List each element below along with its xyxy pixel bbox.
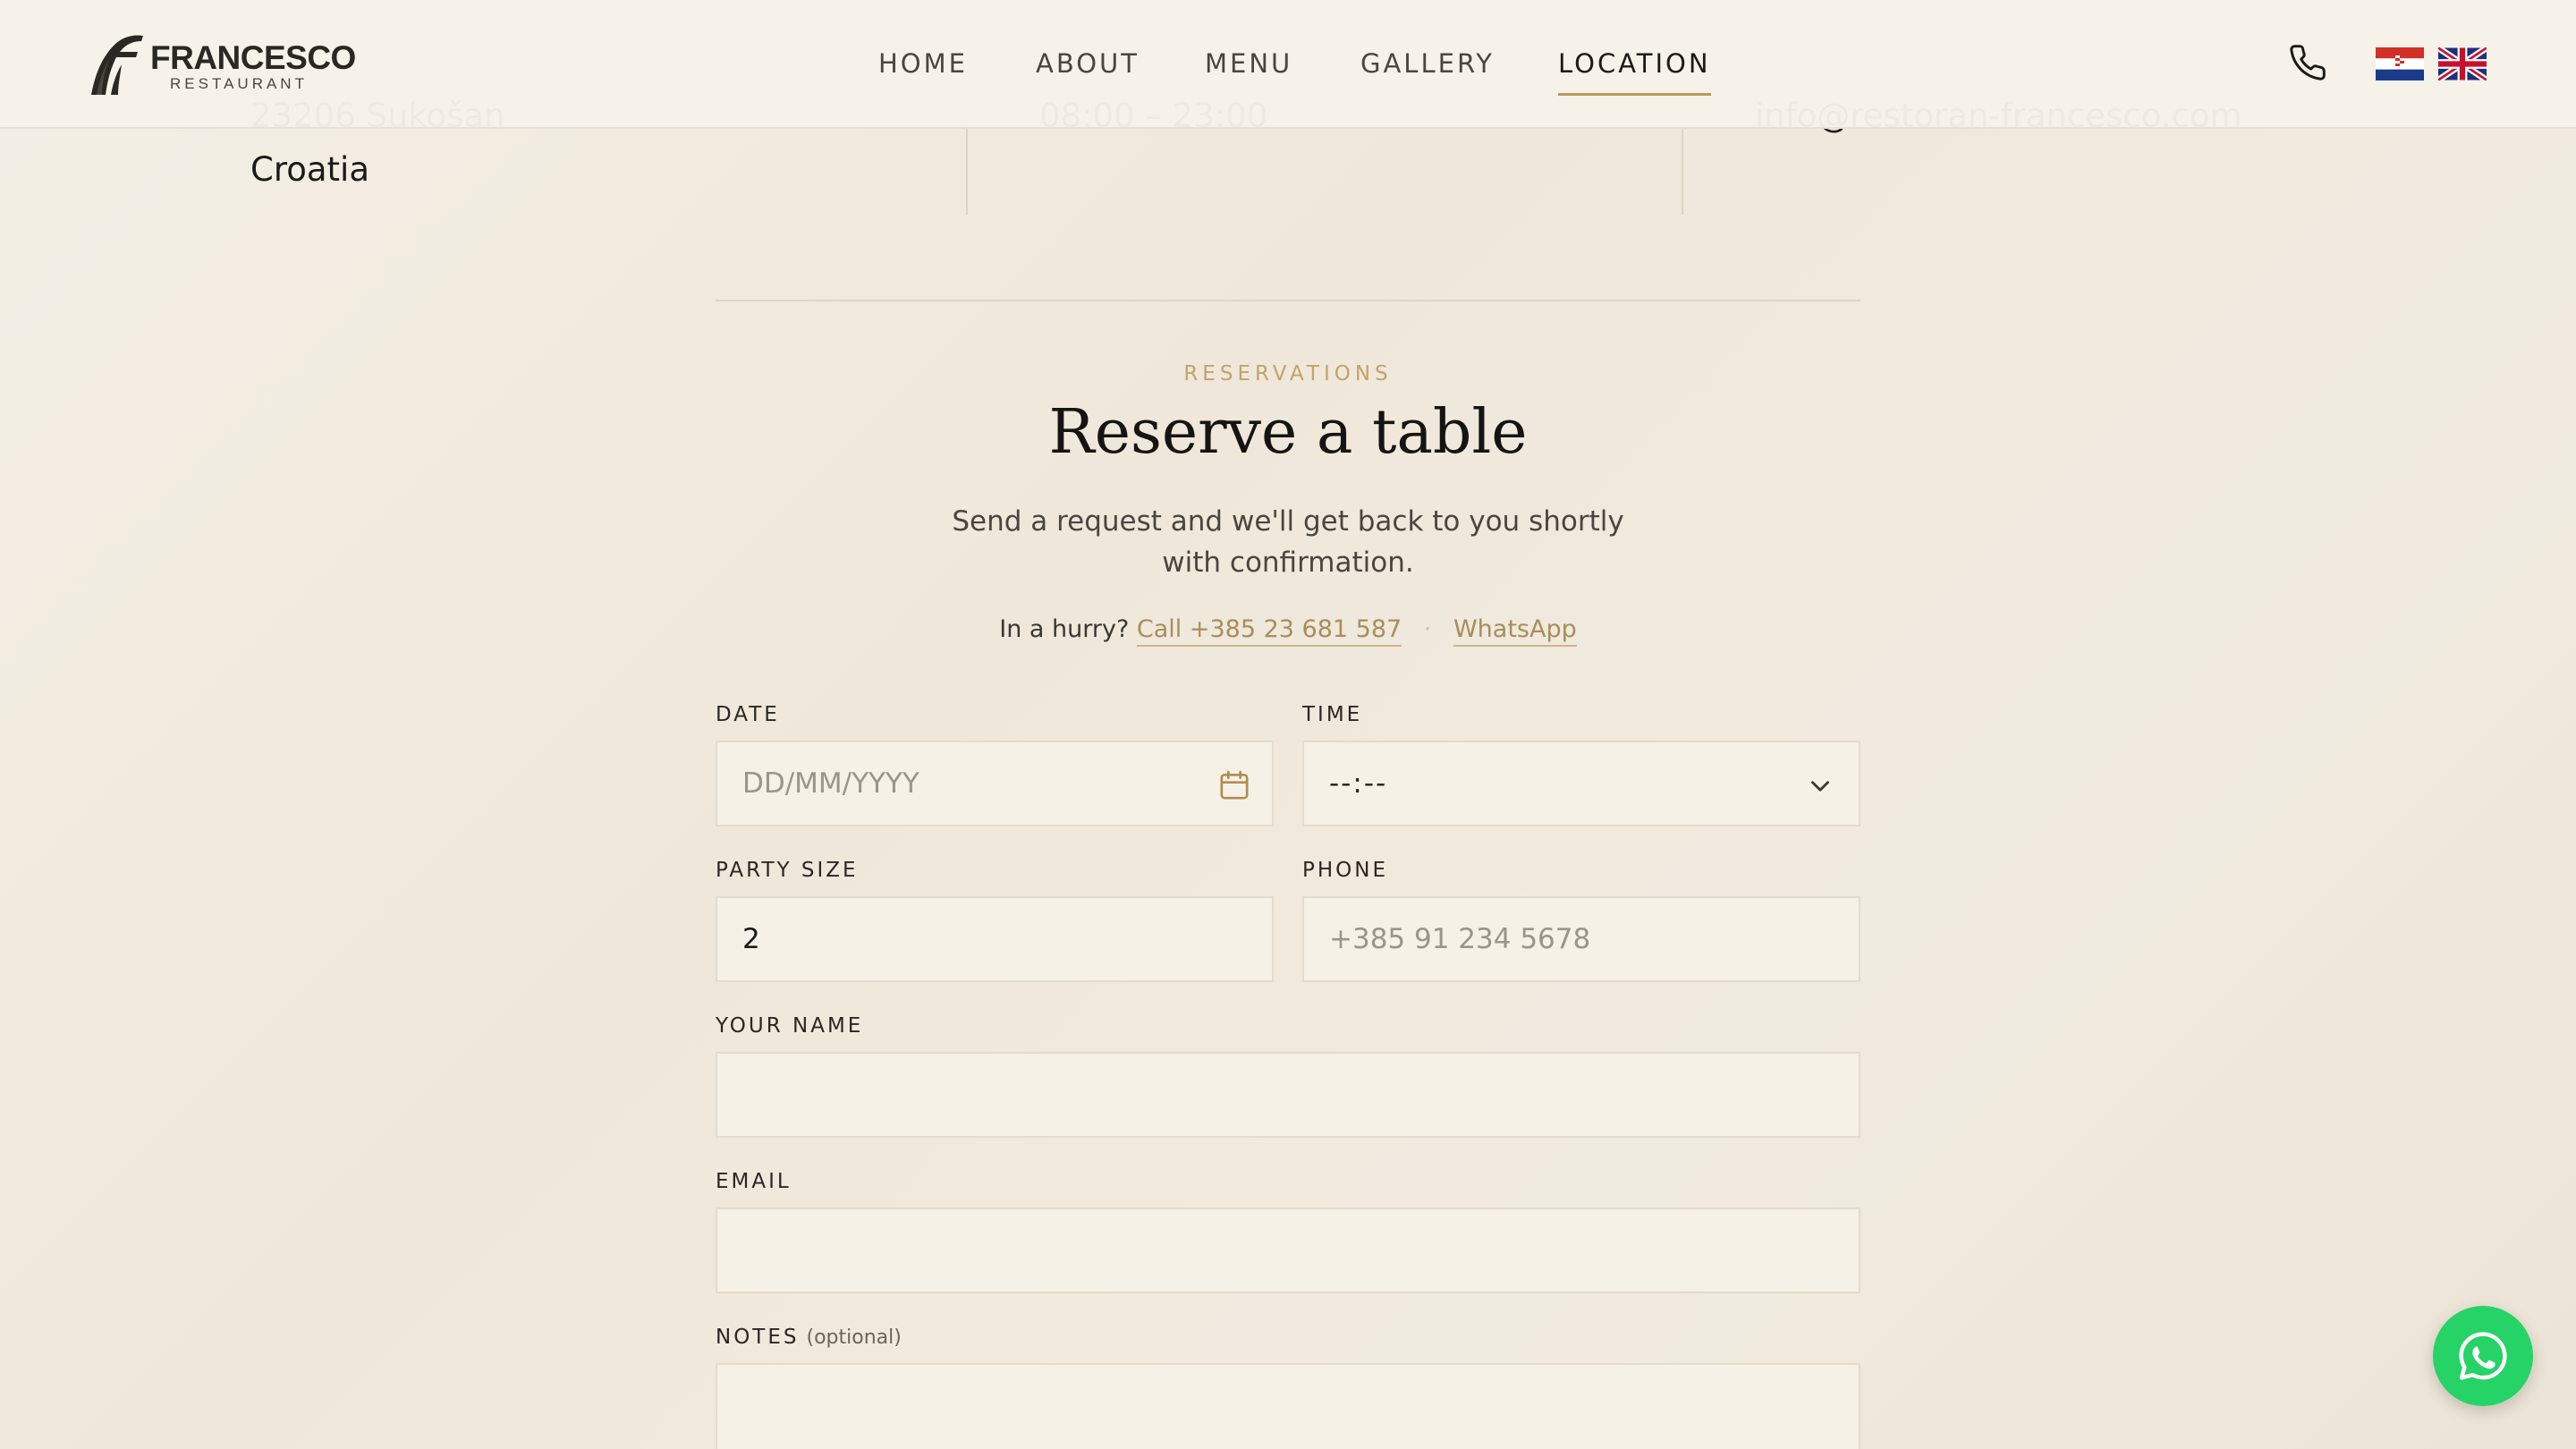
nav-menu[interactable]: MENU [1205, 48, 1292, 79]
page: 23206 Sukošan Croatia 08:00 – 23:00 info… [0, 0, 2576, 1449]
site-header: FRANCESCO RESTAURANT HOME ABOUT MENU GAL… [0, 0, 2576, 129]
hurry-prefix: In a hurry? [999, 615, 1130, 643]
section-subtitle: Send a request and we'll get back to you… [952, 505, 1624, 579]
hurry-line: In a hurry? Call +385 23 681 587 · Whats… [0, 615, 2576, 647]
address-line-2: Croatia [250, 150, 370, 189]
info-divider [1682, 116, 1683, 215]
party-size-input[interactable] [716, 896, 1274, 982]
time-label: TIME [1302, 703, 1363, 726]
notes-textarea[interactable] [716, 1363, 1860, 1449]
section-title: Reserve a table [1048, 397, 1528, 468]
email-label: EMAIL [716, 1170, 792, 1193]
email-input[interactable] [716, 1208, 1860, 1293]
notes-optional: (optional) [806, 1326, 902, 1349]
time-value: --:-- [1329, 767, 1388, 800]
chevron-down-icon [1811, 781, 1829, 792]
call-link[interactable]: Call +385 23 681 587 [1136, 615, 1402, 647]
whatsapp-link[interactable]: WhatsApp [1453, 615, 1577, 647]
calendar-icon[interactable] [1216, 767, 1252, 803]
phone-label: PHONE [1302, 859, 1389, 882]
notes-label: NOTES (optional) [716, 1326, 902, 1349]
main-nav: HOME ABOUT MENU GALLERY LOCATION [0, 48, 2576, 102]
phone-icon[interactable] [2288, 43, 2327, 82]
nav-about[interactable]: ABOUT [1036, 48, 1140, 79]
flag-croatia-icon[interactable] [2376, 47, 2424, 80]
date-input[interactable] [716, 741, 1274, 826]
whatsapp-fab[interactable] [2433, 1306, 2533, 1406]
name-input[interactable] [716, 1052, 1860, 1138]
flag-uk-icon[interactable] [2438, 47, 2487, 80]
nav-gallery[interactable]: GALLERY [1360, 48, 1495, 79]
date-label: DATE [716, 703, 780, 726]
notes-label-text: NOTES [716, 1326, 800, 1349]
whatsapp-icon [2459, 1332, 2507, 1380]
section-divider [716, 300, 1860, 301]
party-size-label: PARTY SIZE [716, 859, 859, 882]
info-divider [966, 116, 968, 215]
nav-home[interactable]: HOME [878, 48, 968, 79]
nav-location[interactable]: LOCATION [1558, 48, 1711, 96]
link-separator: · [1423, 615, 1432, 643]
phone-input[interactable] [1302, 896, 1860, 982]
section-eyebrow: RESERVATIONS [1183, 362, 1393, 386]
name-label: YOUR NAME [716, 1014, 864, 1038]
